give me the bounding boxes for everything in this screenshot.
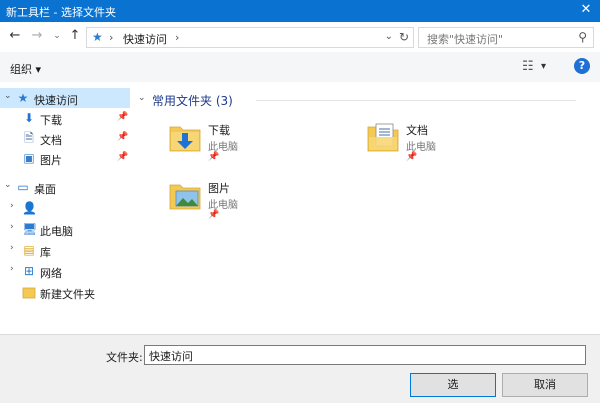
nav-item-pictures[interactable]: ▣ 图片 📌 — [0, 148, 130, 168]
window-title: 新工具栏 - 选择文件夹 — [6, 6, 116, 19]
forward-arrow-icon[interactable]: → — [30, 29, 44, 43]
folder-tile-pictures[interactable]: 图片 此电脑 📌 — [168, 174, 328, 222]
tile-location: 此电脑 — [208, 200, 238, 211]
folder-name-value: 快速访问 — [149, 350, 193, 363]
nav-item-new-folder[interactable]: 新建文件夹 — [0, 282, 130, 302]
nav-item-label: 图片 — [40, 154, 62, 167]
nav-item-documents[interactable]: 🗎 文档 📌 — [0, 128, 130, 148]
address-row: ← → ⌄ ↑ ★ › 快速访问 › ⌄ ↻ 搜索"快速访问" ⚲ — [0, 22, 600, 52]
nav-item-label: 库 — [40, 246, 51, 259]
network-icon: ⊞ — [23, 264, 35, 278]
nav-item-quick-access[interactable]: ⌄ ★ 快速访问 — [0, 88, 130, 108]
star-pin-icon: ★ — [17, 91, 29, 105]
pin-icon[interactable]: 📌 — [117, 152, 128, 162]
download-icon: ⬇ — [23, 111, 35, 125]
folder-icon — [22, 285, 36, 299]
pin-icon[interactable]: 📌 — [208, 210, 219, 220]
downloads-folder-icon — [169, 126, 201, 152]
title-bar: 新工具栏 - 选择文件夹 ✕ — [0, 0, 600, 22]
refresh-icon[interactable]: ↻ — [399, 30, 409, 44]
pin-icon[interactable]: 📌 — [117, 112, 128, 122]
pictures-folder-icon — [169, 184, 201, 210]
command-bar: 组织 ▾ ☷ ▾ ? — [0, 52, 600, 83]
group-collapse-chevron-icon[interactable]: ⌄ — [138, 93, 146, 103]
tile-location: 此电脑 — [406, 142, 436, 153]
pin-icon[interactable]: 📌 — [117, 132, 128, 142]
folder-label: 文件夹: — [106, 351, 143, 364]
address-dropdown-icon[interactable]: ⌄ — [385, 31, 393, 42]
tile-name: 图片 — [208, 182, 230, 195]
group-divider — [256, 100, 576, 101]
documents-folder-icon — [367, 123, 399, 152]
folder-tile-documents[interactable]: 文档 此电脑 📌 — [366, 116, 526, 164]
folder-content-area: ⌄ 常用文件夹 (3) 下载 此电脑 📌 文档 此电脑 📌 图片 此电脑 📌 — [130, 82, 600, 334]
group-title: 常用文件夹 (3) — [152, 94, 233, 108]
folder-tile-downloads[interactable]: 下载 此电脑 📌 — [168, 116, 328, 164]
nav-item-label: 快速访问 — [34, 94, 78, 107]
nav-item-downloads[interactable]: ⬇ 下载 📌 — [0, 108, 130, 128]
user-icon: 👤 — [22, 201, 37, 215]
collapsed-chevron-icon[interactable]: › — [10, 201, 14, 211]
pin-icon[interactable]: 📌 — [406, 152, 417, 162]
select-folder-button[interactable]: 选 — [410, 373, 496, 397]
nav-item-user[interactable]: › 👤 — [0, 198, 130, 218]
breadcrumb-quick-access[interactable]: 快速访问 — [123, 31, 167, 47]
desktop-icon: ▭ — [17, 180, 29, 194]
search-icon[interactable]: ⚲ — [578, 30, 587, 44]
document-icon: 🗎 — [24, 131, 34, 145]
nav-item-libraries[interactable]: › ▤ 库 — [0, 240, 130, 260]
navigation-pane: ⌄ ★ 快速访问 ⬇ 下载 📌 🗎 文档 📌 ▣ 图片 📌 ⌄ ▭ 桌面 › 👤… — [0, 82, 130, 334]
address-bar[interactable]: ★ › 快速访问 › ⌄ ↻ — [86, 27, 414, 48]
nav-item-label: 文档 — [40, 134, 62, 147]
breadcrumb-separator[interactable]: › — [175, 31, 179, 44]
folder-name-input[interactable]: 快速访问 — [144, 345, 586, 365]
library-icon: ▤ — [23, 243, 35, 257]
computer-icon: 🖥 — [22, 222, 38, 236]
expanded-chevron-icon[interactable]: ⌄ — [4, 180, 12, 190]
nav-item-label: 网络 — [40, 267, 62, 280]
help-icon[interactable]: ? — [574, 58, 590, 74]
view-dropdown-icon[interactable]: ▾ — [541, 61, 546, 72]
organize-menu-button[interactable]: 组织 ▾ — [10, 61, 41, 77]
back-arrow-icon[interactable]: ← — [8, 29, 22, 43]
tile-location: 此电脑 — [208, 142, 238, 153]
nav-item-label: 下载 — [40, 114, 62, 127]
tile-name: 下载 — [208, 124, 230, 137]
expanded-chevron-icon[interactable]: ⌄ — [4, 91, 12, 101]
up-arrow-icon[interactable]: ↑ — [68, 29, 82, 43]
collapsed-chevron-icon[interactable]: › — [10, 222, 14, 232]
recent-chevron-icon[interactable]: ⌄ — [50, 29, 64, 43]
cancel-button[interactable]: 取消 — [502, 373, 588, 397]
nav-item-label: 新建文件夹 — [40, 288, 95, 301]
quick-access-star-icon: ★ — [92, 30, 103, 44]
collapsed-chevron-icon[interactable]: › — [10, 243, 14, 253]
collapsed-chevron-icon[interactable]: › — [10, 264, 14, 274]
search-placeholder: 搜索"快速访问" — [427, 33, 504, 46]
pin-icon[interactable]: 📌 — [208, 152, 219, 162]
close-icon[interactable]: ✕ — [578, 2, 594, 18]
breadcrumb-separator[interactable]: › — [109, 31, 113, 44]
nav-item-label: 此电脑 — [40, 225, 73, 238]
tile-name: 文档 — [406, 124, 428, 137]
picture-icon: ▣ — [23, 151, 35, 165]
nav-item-network[interactable]: › ⊞ 网络 — [0, 261, 130, 281]
nav-item-desktop[interactable]: ⌄ ▭ 桌面 — [0, 177, 130, 197]
view-options-icon[interactable]: ☷ — [522, 59, 534, 74]
search-input[interactable]: 搜索"快速访问" ⚲ — [418, 27, 594, 48]
dialog-footer: 文件夹: 快速访问 选 取消 — [0, 334, 600, 403]
nav-item-this-pc[interactable]: › 🖥 此电脑 — [0, 219, 130, 239]
nav-item-label: 桌面 — [34, 183, 56, 196]
